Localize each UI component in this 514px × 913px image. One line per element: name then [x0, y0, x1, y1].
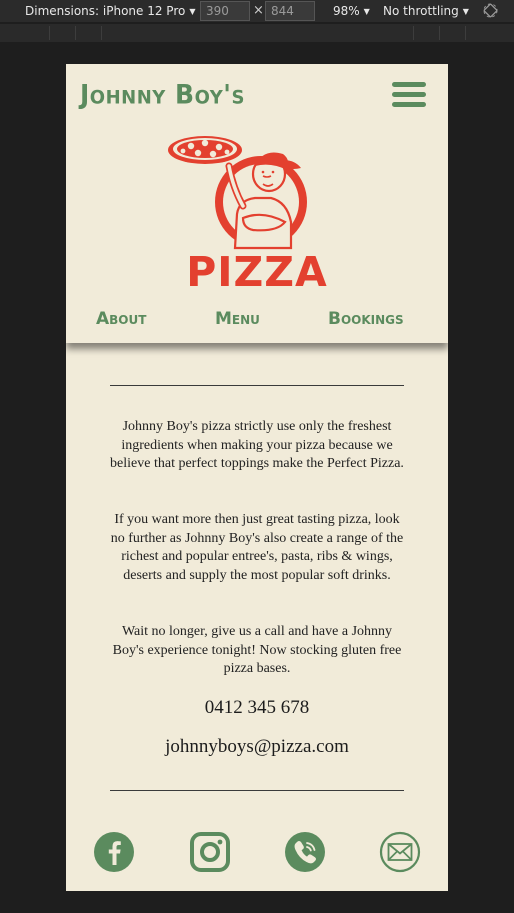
- height-input[interactable]: 844: [265, 1, 315, 21]
- brand-title[interactable]: Johnny Boy's: [80, 79, 245, 109]
- mail-icon[interactable]: [379, 831, 421, 873]
- instagram-icon[interactable]: [189, 831, 231, 873]
- pizza-mascot-logo: [168, 136, 307, 250]
- site-header: Johnny Boy's PIZZA About Menu Bookings: [66, 64, 448, 343]
- email-address[interactable]: johnnyboys@pizza.com: [66, 736, 448, 758]
- device-select[interactable]: Dimensions: iPhone 12 Pro ▼: [25, 3, 196, 20]
- throttle-select[interactable]: No throttling ▼: [383, 3, 469, 20]
- width-input[interactable]: 390: [200, 1, 250, 21]
- cta-paragraph: Wait no longer, give us a call and have …: [112, 624, 402, 677]
- nav-bookings[interactable]: Bookings: [328, 309, 404, 329]
- caret-down-icon: ▼: [189, 7, 196, 16]
- page-viewport: Johnny Boy's PIZZA About Menu Bookings J…: [66, 64, 448, 891]
- nav-menu[interactable]: Menu: [215, 309, 260, 329]
- facebook-icon[interactable]: [93, 831, 135, 873]
- hamburger-menu-icon[interactable]: [392, 82, 426, 108]
- caret-down-icon: ▼: [363, 7, 370, 16]
- phone-icon[interactable]: [284, 831, 326, 873]
- main-nav: About Menu Bookings: [66, 309, 448, 333]
- bottom-divider: [110, 790, 404, 791]
- device-label: Dimensions: iPhone 12 Pro: [25, 4, 186, 18]
- dimension-separator: ×: [253, 3, 264, 18]
- devtools-toolbar: Dimensions: iPhone 12 Pro ▼ 390 × 844 98%…: [0, 0, 514, 22]
- intro-paragraph: Johnny Boy's pizza strictly use only the…: [110, 419, 404, 472]
- caret-down-icon: ▼: [462, 7, 469, 16]
- throttle-label: No throttling: [383, 4, 459, 18]
- nav-about[interactable]: About: [96, 309, 146, 329]
- logo-wordmark: PIZZA: [186, 248, 328, 296]
- media-query-ruler: [0, 24, 514, 42]
- phone-number[interactable]: 0412 345 678: [66, 697, 448, 719]
- menu-paragraph: If you want more then just great tasting…: [110, 512, 404, 583]
- zoom-label: 98%: [333, 4, 360, 18]
- rotate-icon[interactable]: [483, 3, 498, 18]
- zoom-select[interactable]: 98% ▼: [333, 3, 370, 20]
- social-links: [66, 831, 448, 875]
- top-divider: [110, 385, 404, 386]
